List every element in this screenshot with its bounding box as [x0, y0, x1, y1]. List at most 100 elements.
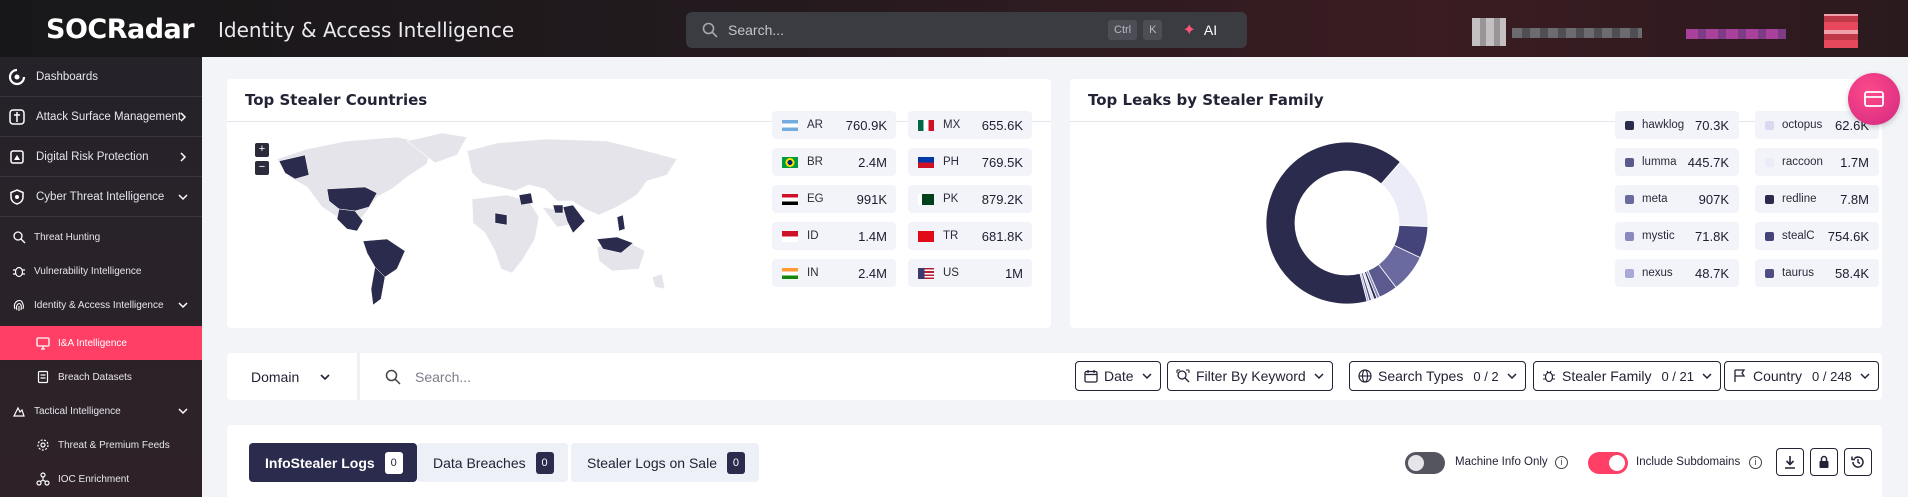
country-chip[interactable]: US 1M — [908, 259, 1032, 287]
cti-icon — [10, 188, 24, 205]
chevron-down-icon — [320, 373, 330, 380]
sidebar-item-vulnerability[interactable]: Vulnerability Intelligence — [0, 254, 202, 288]
history-button[interactable] — [1844, 448, 1872, 476]
sidebar-item-ia-intelligence[interactable]: I&A Intelligence — [0, 326, 202, 360]
top-stealer-countries-card: Top Stealer Countries + − AR 760.9K MX 6… — [227, 79, 1051, 328]
family-name: nexus — [1642, 267, 1673, 279]
flag-icon — [1734, 369, 1746, 382]
sidebar-item-threat-feeds[interactable]: Threat & Premium Feeds — [0, 428, 202, 462]
country-chip[interactable]: BR 2.4M — [772, 148, 896, 176]
family-name: meta — [1642, 193, 1668, 205]
sidebar-item-identity-access[interactable]: Identity & Access Intelligence — [0, 288, 202, 322]
date-filter-button[interactable]: Date — [1075, 361, 1161, 391]
blurred-username — [1512, 28, 1642, 38]
pakistan-flag-icon — [918, 193, 934, 205]
global-search[interactable]: Ctrl K ✦ AI — [686, 12, 1247, 48]
country-chip[interactable]: AR 760.9K — [772, 111, 896, 139]
family-chip[interactable]: mystic 71.8K — [1615, 222, 1739, 250]
family-chip[interactable]: meta 907K — [1615, 185, 1739, 213]
filter-search[interactable] — [377, 353, 915, 400]
toggle-knob — [1609, 455, 1625, 471]
socradar-logo[interactable]: SOCRadar — [46, 14, 195, 48]
country-value: 655.6K — [981, 117, 1023, 133]
world-map[interactable] — [267, 129, 697, 319]
country-chip[interactable]: MX 655.6K — [908, 111, 1032, 139]
download-icon — [1785, 456, 1795, 469]
blurred-profile-icon[interactable] — [1824, 14, 1858, 48]
top-leaks-family-card: Top Leaks by Stealer Family hawklog 70.3… — [1070, 79, 1882, 328]
country-chip[interactable]: IN 2.4M — [772, 259, 896, 287]
family-chip[interactable]: taurus 58.4K — [1755, 259, 1879, 287]
sidebar-item-ioc-enrichment[interactable]: IOC Enrichment — [0, 462, 202, 496]
family-chip[interactable]: stealC 754.6K — [1755, 222, 1879, 250]
family-chip[interactable]: redline 7.8M — [1755, 185, 1879, 213]
monitor-icon — [36, 337, 50, 350]
dashboard-icon — [8, 68, 26, 85]
search-icon — [13, 231, 26, 244]
country-value: 1M — [1004, 265, 1023, 281]
chevron-down-icon — [1142, 373, 1152, 380]
sidebar-item-attack-surface[interactable]: Attack Surface Management — [0, 97, 202, 137]
global-search-input[interactable] — [728, 22, 1108, 38]
sidebar-item-digital-risk[interactable]: Digital Risk Protection — [0, 137, 202, 177]
blurred-org — [1686, 29, 1786, 39]
country-chip[interactable]: ID 1.4M — [772, 222, 896, 250]
domain-select[interactable]: Domain — [227, 353, 360, 400]
bug-icon — [13, 266, 25, 278]
sidebar-item-label: Threat & Premium Feeds — [58, 439, 170, 451]
chevron-right-icon — [180, 111, 187, 122]
family-value: 7.8M — [1840, 191, 1869, 207]
country-filter-button[interactable]: Country 0 / 248 — [1724, 361, 1879, 391]
country-code: US — [943, 267, 959, 279]
tab-infostealer-logs[interactable]: InfoStealer Logs 0 — [249, 443, 417, 482]
filter-search-input[interactable] — [415, 368, 915, 385]
chevron-down-icon — [178, 302, 188, 309]
sidebar-item-label: Dashboards — [36, 70, 99, 83]
sidebar-item-tactical[interactable]: Tactical Intelligence — [0, 394, 202, 428]
sidebar-item-cyber-threat[interactable]: Cyber Threat Intelligence — [0, 177, 202, 217]
search-icon — [385, 369, 401, 385]
sidebar-item-breach-datasets[interactable]: Breach Datasets — [0, 360, 202, 394]
include-subdomains-toggle[interactable] — [1588, 452, 1628, 474]
ai-label: AI — [1203, 22, 1218, 38]
country-chip[interactable]: PK 879.2K — [908, 185, 1032, 213]
machine-info-toggle[interactable] — [1405, 452, 1445, 474]
lock-button[interactable] — [1810, 448, 1838, 476]
usa-flag-icon — [918, 267, 934, 279]
family-chip[interactable]: nexus 48.7K — [1615, 259, 1739, 287]
count-badge: 0 — [726, 451, 745, 474]
family-chip[interactable]: raccoon 1.7M — [1755, 148, 1879, 176]
family-chip[interactable]: hawklog 70.3K — [1615, 111, 1739, 139]
info-icon[interactable]: i — [1555, 456, 1568, 469]
filter-bar: Domain Date Filter By Keyword Search Typ… — [227, 353, 1882, 400]
family-value: 754.6K — [1827, 228, 1869, 244]
turkey-flag-icon — [918, 230, 934, 242]
sidebar-item-label: IOC Enrichment — [58, 473, 130, 485]
family-chip[interactable]: lumma 445.7K — [1615, 148, 1739, 176]
search-types-filter-button[interactable]: Search Types 0 / 2 — [1349, 361, 1526, 391]
sidebar-item-threat-hunting[interactable]: Threat Hunting — [0, 220, 202, 254]
country-chip[interactable]: PH 769.5K — [908, 148, 1032, 176]
search-icon — [702, 22, 718, 38]
keyword-filter-label: Filter By Keyword — [1196, 368, 1306, 384]
country-value: 681.8K — [981, 228, 1023, 244]
family-value: 58.4K — [1835, 265, 1869, 281]
country-chip[interactable]: TR 681.8K — [908, 222, 1032, 250]
floating-action-button[interactable] — [1848, 73, 1900, 125]
tab-data-breaches[interactable]: Data Breaches 0 — [417, 443, 568, 482]
ai-button[interactable]: ✦ AI — [1182, 20, 1217, 40]
stealer-family-filter-button[interactable]: Stealer Family 0 / 21 — [1533, 361, 1721, 391]
download-button[interactable] — [1776, 448, 1804, 476]
date-filter-label: Date — [1104, 368, 1134, 384]
stealer-family-donut-chart[interactable] — [1262, 138, 1432, 308]
sidebar-item-dashboards[interactable]: Dashboards — [0, 57, 202, 97]
argentina-flag-icon — [782, 119, 798, 131]
info-icon[interactable]: i — [1749, 456, 1762, 469]
keyword-filter-button[interactable]: Filter By Keyword — [1167, 361, 1333, 391]
blurred-avatar — [1472, 18, 1506, 46]
tab-stealer-logs-on-sale[interactable]: Stealer Logs on Sale 0 — [571, 443, 759, 482]
chevron-down-icon — [1702, 373, 1712, 380]
count-badge: 0 — [535, 451, 554, 474]
results-tabs-card: InfoStealer Logs 0 Data Breaches 0 Steal… — [227, 425, 1882, 497]
country-chip[interactable]: EG 991K — [772, 185, 896, 213]
